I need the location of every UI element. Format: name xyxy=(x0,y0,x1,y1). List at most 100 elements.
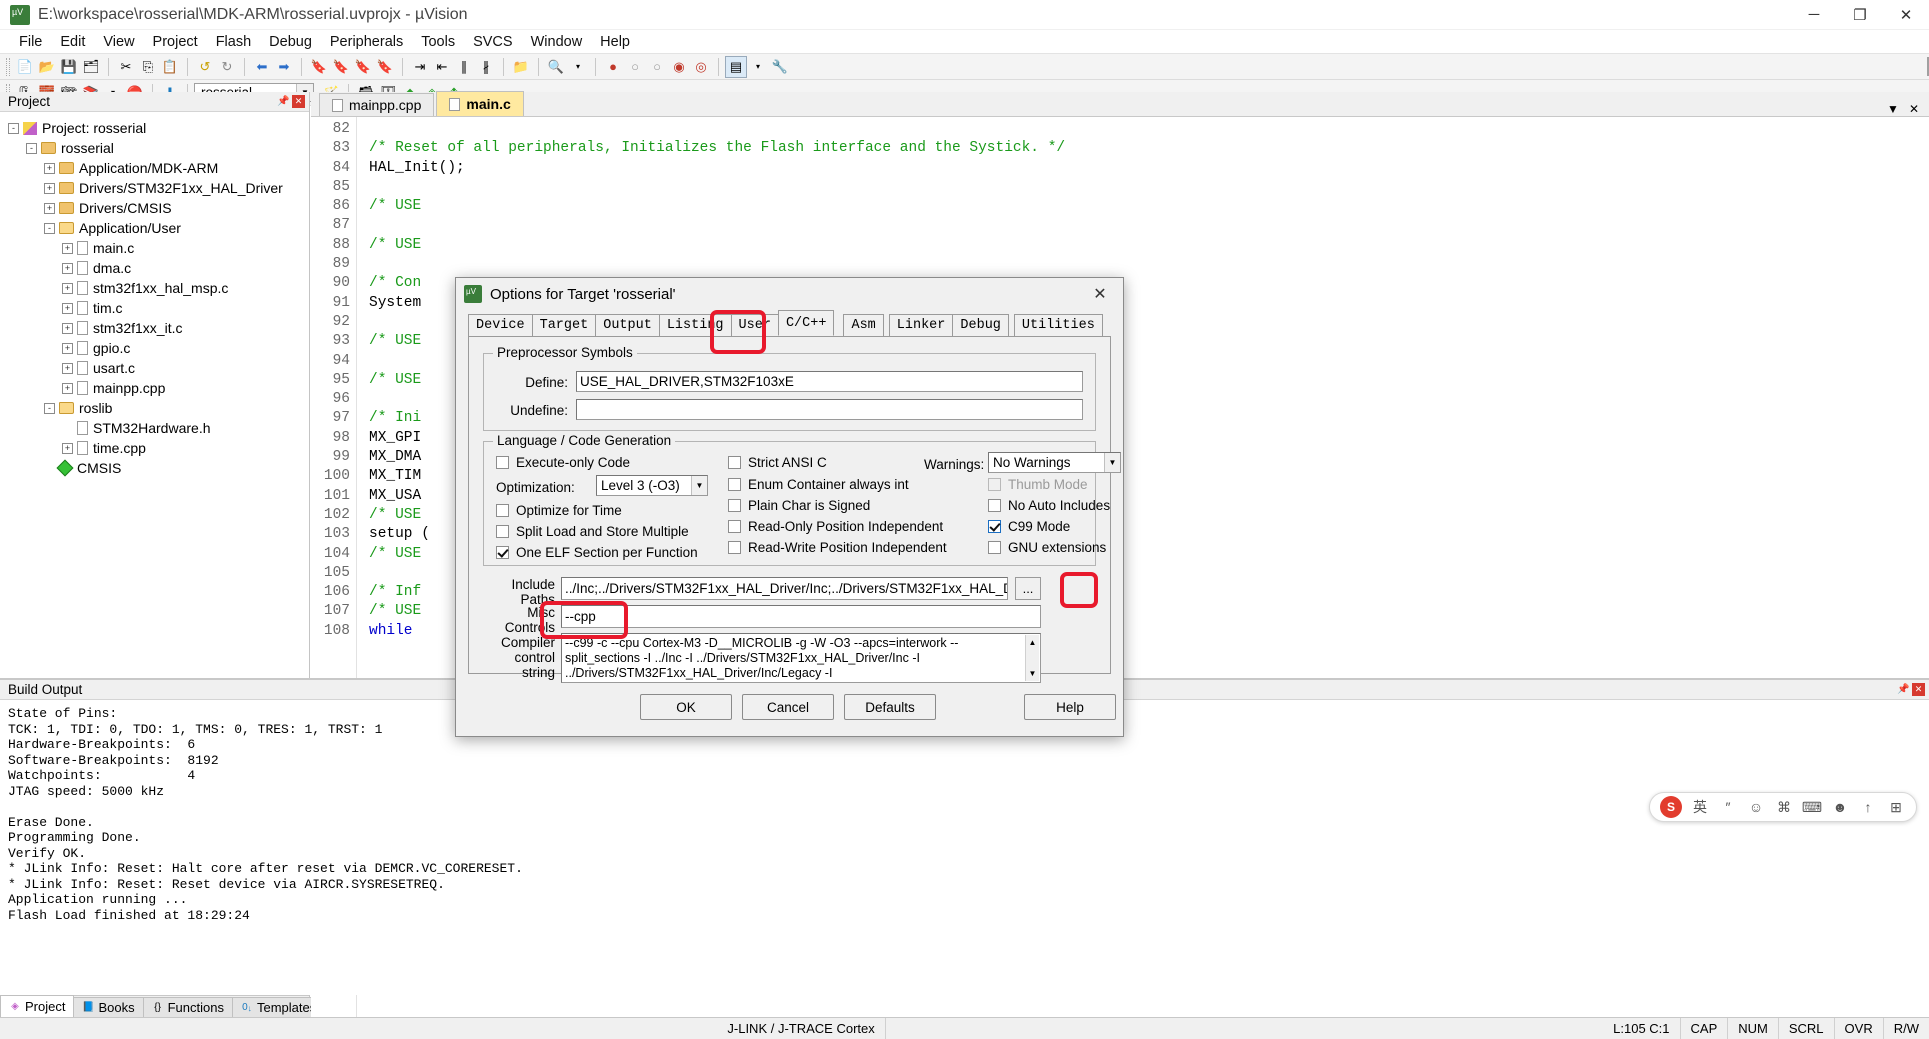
dialog-tab-c-cpp[interactable]: C/C++ xyxy=(777,310,835,336)
cancel-button[interactable]: Cancel xyxy=(742,694,834,720)
kill-breakpoints-icon[interactable]: ◉ xyxy=(668,56,690,78)
tree-item[interactable]: + stm32f1xx_hal_msp.c xyxy=(8,278,309,298)
chevron-down-icon[interactable]: ▾ xyxy=(747,56,769,78)
checkbox-optimize-for-time[interactable]: Optimize for Time xyxy=(496,503,622,518)
bookmark-next-icon[interactable]: 🔖 xyxy=(352,56,374,78)
clear-breakpoints-icon[interactable]: ◎ xyxy=(690,56,712,78)
dialog-tab-device[interactable]: Device xyxy=(468,314,533,336)
bookmark-toggle-icon[interactable]: 🔖 xyxy=(308,56,330,78)
scroll-up-icon[interactable]: ▲ xyxy=(1029,635,1037,650)
copy-icon[interactable]: ⎘ xyxy=(137,56,159,78)
search-icon[interactable]: 🔍 xyxy=(545,56,567,78)
expand-toggle-icon[interactable]: + xyxy=(62,282,73,294)
defaults-button[interactable]: Defaults xyxy=(844,694,936,720)
cut-icon[interactable]: ✂ xyxy=(115,56,137,78)
disable-breakpoint-icon[interactable]: ○ xyxy=(624,56,646,78)
menu-item-tools[interactable]: Tools xyxy=(412,32,464,52)
ok-button[interactable]: OK xyxy=(640,694,732,720)
tree-item[interactable]: + Application/MDK-ARM xyxy=(8,158,309,178)
pin-icon[interactable]: 📌 xyxy=(1897,683,1910,696)
menu-item-peripherals[interactable]: Peripherals xyxy=(321,32,412,52)
bookmark-prev-icon[interactable]: 🔖 xyxy=(330,56,352,78)
expand-toggle-icon[interactable]: + xyxy=(62,302,73,314)
warnings-dropdown[interactable]: No Warnings ▼ xyxy=(988,452,1121,473)
menu-item-edit[interactable]: Edit xyxy=(51,32,94,52)
tree-item[interactable]: - Application/User xyxy=(8,218,309,238)
collapse-toggle-icon[interactable]: - xyxy=(44,402,55,414)
include-paths-browse-button[interactable]: ... xyxy=(1015,577,1041,600)
checkbox-gnu-extensions[interactable]: GNU extensions xyxy=(988,540,1106,555)
tab-project[interactable]: ◈ Project xyxy=(0,995,75,1017)
expand-toggle-icon[interactable]: + xyxy=(62,442,73,454)
ime-update-icon[interactable]: ↑ xyxy=(1858,799,1878,815)
disable-all-breakpoints-icon[interactable]: ○ xyxy=(646,56,668,78)
tree-item[interactable]: STM32Hardware.h xyxy=(8,418,309,438)
ime-punctuation-icon[interactable]: ″ xyxy=(1718,799,1738,815)
tree-item[interactable]: + stm32f1xx_it.c xyxy=(8,318,309,338)
tree-item[interactable]: + dma.c xyxy=(8,258,309,278)
paste-icon[interactable]: 📋 xyxy=(159,56,181,78)
dialog-tab-utilities[interactable]: Utilities xyxy=(1013,314,1103,336)
tree-item[interactable]: + mainpp.cpp xyxy=(8,378,309,398)
dialog-close-icon[interactable]: ✕ xyxy=(1085,281,1115,307)
pin-icon[interactable]: 📌 xyxy=(277,95,290,108)
define-input[interactable]: USE_HAL_DRIVER,STM32F103xE xyxy=(576,371,1083,392)
minimize-button[interactable]: ─ xyxy=(1791,0,1837,30)
menu-item-help[interactable]: Help xyxy=(591,32,639,52)
undo-icon[interactable]: ↺ xyxy=(194,56,216,78)
expand-toggle-icon[interactable]: + xyxy=(62,242,73,254)
checkbox-read-write-position-independent[interactable]: Read-Write Position Independent xyxy=(728,540,947,555)
navigate-back-icon[interactable]: ⬅ xyxy=(251,56,273,78)
menu-item-flash[interactable]: Flash xyxy=(207,32,260,52)
collapse-toggle-icon[interactable]: - xyxy=(8,122,19,134)
checkbox-strict-ansi-c[interactable]: Strict ANSI C xyxy=(728,455,827,470)
breakpoint-icon[interactable]: ● xyxy=(602,56,624,78)
open-file-icon[interactable]: 📂 xyxy=(36,56,58,78)
window-layout-icon[interactable]: ▤ xyxy=(725,55,747,78)
close-icon[interactable]: ✕ xyxy=(1912,683,1925,696)
dialog-tab-user[interactable]: User xyxy=(730,314,779,336)
checkbox-one-elf-section-per-function[interactable]: One ELF Section per Function xyxy=(496,545,698,560)
misc-controls-input[interactable]: --cpp xyxy=(561,605,1041,628)
undefine-input[interactable] xyxy=(576,399,1083,420)
tab-books[interactable]: 📘 Books xyxy=(73,997,144,1017)
close-button[interactable]: ✕ xyxy=(1883,0,1929,30)
collapse-toggle-icon[interactable]: - xyxy=(44,222,55,234)
checkbox-read-only-position-independent[interactable]: Read-Only Position Independent xyxy=(728,519,943,534)
scroll-down-icon[interactable]: ▼ xyxy=(1029,666,1037,681)
menu-item-debug[interactable]: Debug xyxy=(260,32,321,52)
close-icon[interactable]: ✕ xyxy=(292,95,305,108)
tree-item[interactable]: + time.cpp xyxy=(8,438,309,458)
ime-keyboard-icon[interactable]: ⌨ xyxy=(1802,799,1822,816)
ime-emoji-icon[interactable]: ☺ xyxy=(1746,799,1766,815)
dialog-tab-target[interactable]: Target xyxy=(531,314,597,336)
expand-toggle-icon[interactable]: + xyxy=(44,162,55,174)
collapse-toggle-icon[interactable]: - xyxy=(26,142,37,154)
ime-voice-icon[interactable]: ⌘ xyxy=(1774,799,1794,816)
ime-language-toggle[interactable]: 英 xyxy=(1690,797,1710,817)
help-button[interactable]: Help xyxy=(1024,694,1116,720)
save-all-icon[interactable]: 🗂 xyxy=(80,56,102,78)
tree-item[interactable]: - rosserial xyxy=(8,138,309,158)
tree-item[interactable]: + tim.c xyxy=(8,298,309,318)
sogou-logo-icon[interactable]: S xyxy=(1660,796,1682,818)
maximize-button[interactable]: ❐ xyxy=(1837,0,1883,30)
checkbox-split-load-and-store-multiple[interactable]: Split Load and Store Multiple xyxy=(496,524,689,539)
editor-tablist-chevron-icon[interactable]: ▼ xyxy=(1887,102,1899,116)
expand-toggle-icon[interactable]: + xyxy=(62,362,73,374)
tree-item[interactable]: - Project: rosserial xyxy=(8,118,309,138)
checkbox-thumb-mode[interactable]: Thumb Mode xyxy=(988,477,1088,492)
dialog-tab-debug[interactable]: Debug xyxy=(952,314,1009,336)
ime-toolbox-icon[interactable]: ⊞ xyxy=(1886,799,1906,816)
expand-toggle-icon[interactable]: + xyxy=(62,262,73,274)
checkbox-execute-only-code[interactable]: Execute-only Code xyxy=(496,455,630,470)
menu-item-svcs[interactable]: SVCS xyxy=(464,32,522,52)
tree-item[interactable]: - roslib xyxy=(8,398,309,418)
comment-icon[interactable]: ∥ xyxy=(453,56,475,78)
new-file-icon[interactable]: 📄 xyxy=(14,56,36,78)
tree-item[interactable]: + main.c xyxy=(8,238,309,258)
compiler-string-scrollbar[interactable]: ▲ ▼ xyxy=(1025,635,1039,681)
ime-user-icon[interactable]: ☻ xyxy=(1830,799,1850,815)
menu-item-view[interactable]: View xyxy=(94,32,143,52)
tree-item[interactable]: + gpio.c xyxy=(8,338,309,358)
